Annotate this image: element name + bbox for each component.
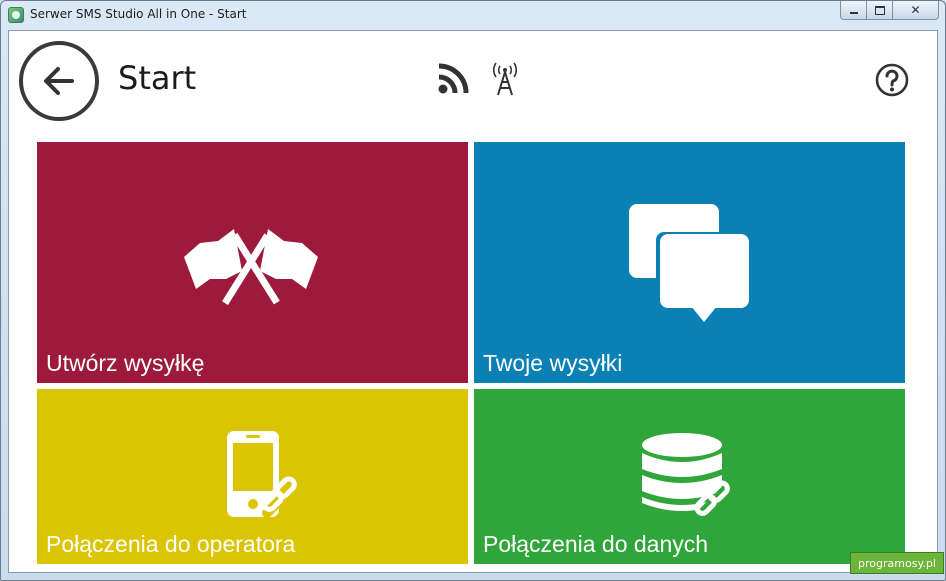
database-link-icon: [642, 433, 740, 523]
rss-icon: [438, 63, 469, 94]
watermark: programosy.pl: [850, 552, 944, 574]
tile-label: Utwórz wysyłkę: [46, 350, 205, 376]
minimize-icon: [849, 12, 858, 14]
tile-database-connections[interactable]: Połączenia do danych: [474, 389, 905, 564]
tile-label: Połączenia do operatora: [46, 531, 296, 557]
tile-label: Twoje wysyłki: [483, 350, 623, 376]
main-content: Start Utwórz wysyłkę Twoje wysyłki Połąc…: [8, 30, 938, 573]
question-mark-icon[interactable]: [875, 63, 909, 97]
minimize-button[interactable]: [840, 1, 867, 20]
page-title: Start: [118, 59, 197, 97]
antenna-icon: [492, 62, 518, 96]
back-button[interactable]: [19, 41, 99, 121]
title-bar[interactable]: Serwer SMS Studio All in One - Start ✕: [1, 1, 945, 29]
app-window: Serwer SMS Studio All in One - Start ✕ S…: [0, 0, 946, 581]
maximize-icon: [874, 5, 885, 15]
close-icon: ✕: [910, 3, 921, 17]
window-title: Serwer SMS Studio All in One - Start: [30, 7, 247, 21]
tile-label: Połączenia do danych: [483, 531, 709, 557]
chat-bubbles-icon: [629, 204, 751, 322]
app-icon: [8, 7, 24, 23]
crossed-flags-icon: [184, 229, 318, 305]
maximize-button[interactable]: [867, 1, 893, 20]
close-button[interactable]: ✕: [893, 1, 939, 20]
tile-operator-connections[interactable]: Połączenia do operatora: [37, 389, 468, 564]
tile-your-sendings[interactable]: Twoje wysyłki: [474, 142, 905, 383]
tile-create-sending[interactable]: Utwórz wysyłkę: [37, 142, 468, 383]
arrow-left-icon: [44, 67, 74, 95]
phone-link-icon: [227, 431, 298, 518]
window-controls: ✕: [840, 1, 939, 21]
